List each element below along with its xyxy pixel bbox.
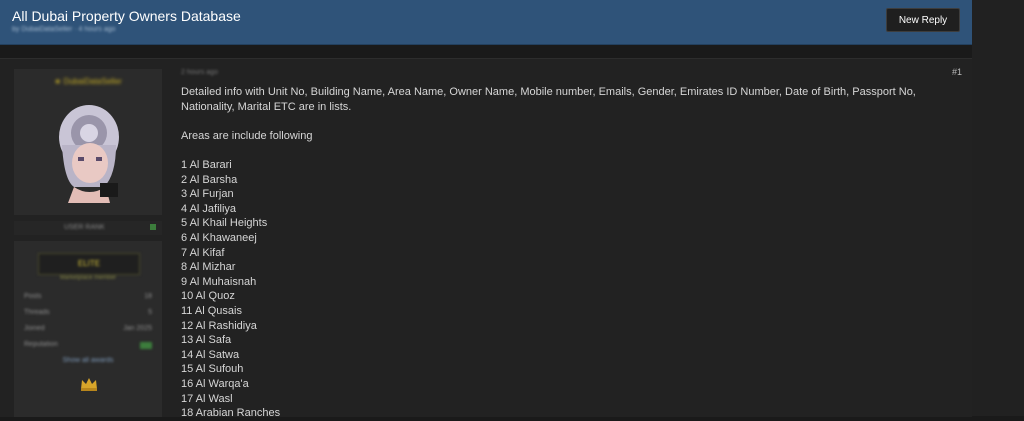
list-item: 11 Al Qusais <box>181 304 242 317</box>
stat-reputation: Reputation <box>24 341 152 351</box>
author-username[interactable]: ★ DubaiDataSeller <box>46 77 130 87</box>
stat-label: Posts <box>24 293 42 300</box>
stat-value: 18 <box>144 293 152 300</box>
thread-title: All Dubai Property Owners Database <box>12 8 241 24</box>
new-reply-button[interactable]: New Reply <box>886 8 960 32</box>
post-number-link[interactable]: #1 <box>952 67 962 77</box>
list-item: 9 Al Muhaisnah <box>181 275 257 288</box>
list-item: 12 Al Rashidiya <box>181 319 257 332</box>
list-item: 2 Al Barsha <box>181 173 238 186</box>
stat-value: 5 <box>148 309 152 316</box>
stat-label: Reputation <box>24 341 58 348</box>
post-date: 2 hours ago <box>181 69 218 76</box>
list-item: 6 Al Khawaneej <box>181 231 257 244</box>
post-content: Detailed info with Unit No, Building Nam… <box>181 85 941 421</box>
stat-threads: Threads 5 <box>24 309 152 319</box>
list-item: 8 Al Mizhar <box>181 261 236 274</box>
stat-value: Jan 2025 <box>123 325 152 332</box>
areas-list: 1 Al Barari 2 Al Barsha 3 Al Furjan 4 Al Ja… <box>181 158 941 421</box>
stat-joined: Joined Jan 2025 <box>24 325 152 335</box>
user-rank: USER RANK <box>64 224 105 231</box>
list-item: 3 Al Furjan <box>181 188 234 201</box>
stat-label: Threads <box>24 309 50 316</box>
list-item: 10 Al Quoz <box>181 290 235 303</box>
list-item: 18 Arabian Ranches <box>181 407 281 420</box>
list-item: 15 Al Sufouh <box>181 363 244 376</box>
post: ★ DubaiDataSeller USER RANK ELITE Market… <box>0 58 972 419</box>
avatar-box: ★ DubaiDataSeller <box>14 69 162 215</box>
post-body: 2 hours ago #1 Detailed info with Unit N… <box>181 59 962 419</box>
thread-header: All Dubai Property Owners Database by Du… <box>0 0 972 45</box>
list-item: 16 Al Warqa'a <box>181 377 249 390</box>
user-rank-row: USER RANK <box>14 221 162 235</box>
list-item: 14 Al Satwa <box>181 348 240 361</box>
thread-byline: by DubaiDataSeller · 4 hours ago <box>12 26 116 33</box>
avatar[interactable] <box>44 95 134 203</box>
list-item: 13 Al Safa <box>181 334 232 347</box>
user-stats: ELITE Marketplace member Posts 18 Thread… <box>14 241 162 417</box>
list-item: 5 Al Khail Heights <box>181 217 268 230</box>
areas-heading: Areas are include following <box>181 130 313 142</box>
list-item: 17 Al Wasl <box>181 392 233 405</box>
list-item: 1 Al Barari <box>181 159 232 171</box>
awards-link[interactable]: Show all awards <box>44 357 132 365</box>
user-badge: ELITE <box>38 253 140 275</box>
crown-icon <box>81 378 97 391</box>
list-item: 7 Al Kifaf <box>181 246 225 259</box>
list-item: 4 Al Jafiliya <box>181 202 237 215</box>
user-badge-subtitle: Marketplace member <box>59 275 117 281</box>
stat-label: Joined <box>24 325 45 332</box>
stat-posts: Posts 18 <box>24 293 152 303</box>
right-gutter <box>972 0 1024 416</box>
reputation-badge[interactable] <box>140 342 152 349</box>
online-indicator <box>150 224 156 230</box>
post-intro: Detailed info with Unit No, Building Nam… <box>181 86 916 113</box>
